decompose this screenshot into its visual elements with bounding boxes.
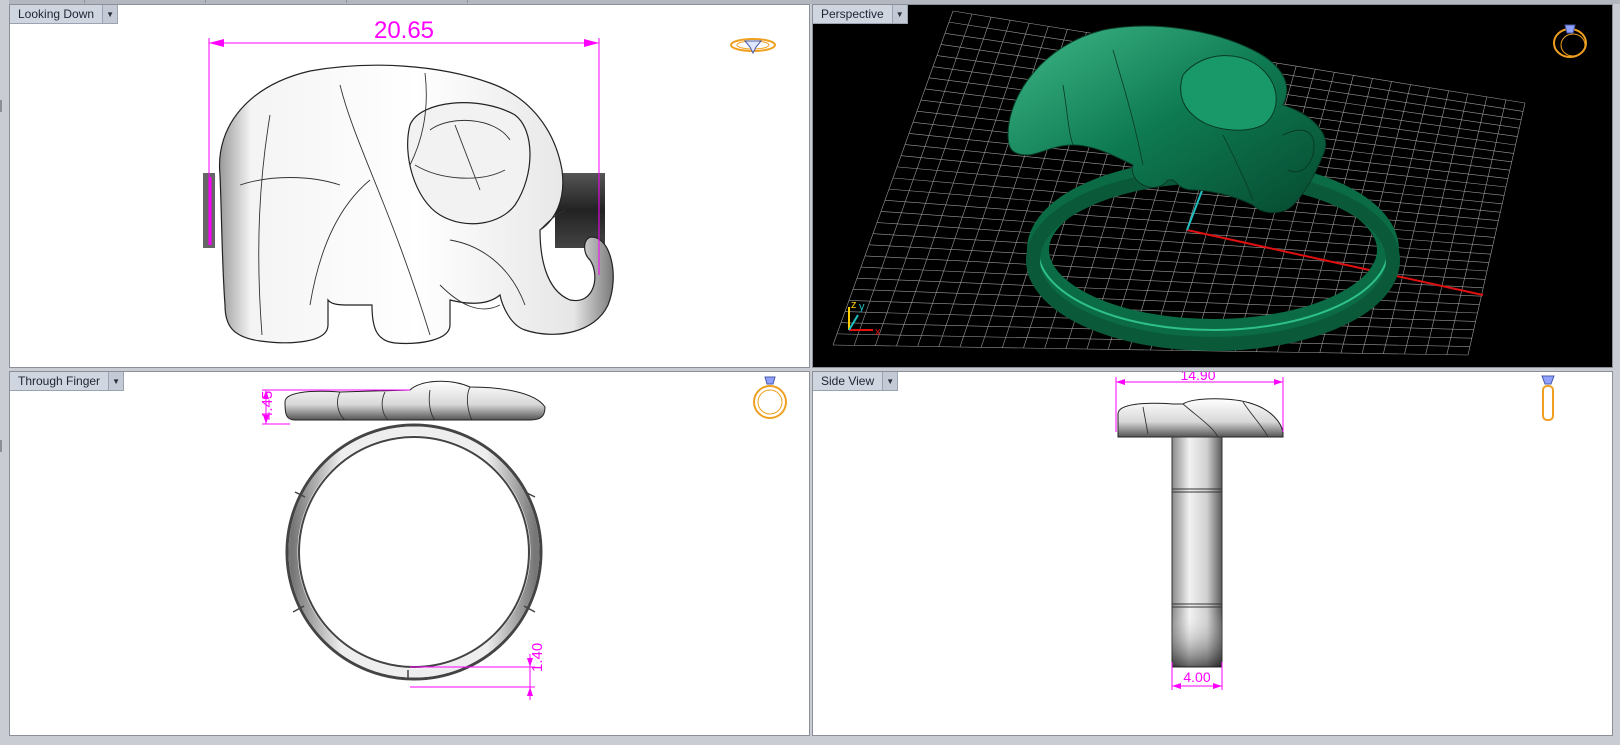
elephant-model[interactable] xyxy=(218,64,614,345)
viewport-title[interactable]: Through Finger xyxy=(10,372,108,390)
axis-label-z: z xyxy=(851,299,857,311)
viewport-menu-button[interactable]: ▼ xyxy=(882,372,898,390)
tab-slot[interactable] xyxy=(0,0,85,3)
viewport-title[interactable]: Looking Down xyxy=(10,5,102,23)
viewport-menu-button[interactable]: ▼ xyxy=(891,5,907,23)
dropdown-arrow-icon: ▼ xyxy=(895,9,904,19)
viewport-title[interactable]: Side View xyxy=(813,372,882,390)
tab-slot[interactable] xyxy=(206,0,347,3)
view-gizmo-icon[interactable] xyxy=(753,376,787,419)
dropdown-arrow-icon: ▼ xyxy=(106,9,115,19)
dimension-label: 1.40 xyxy=(529,643,546,672)
viewport-title-bar[interactable]: Perspective ▼ xyxy=(813,5,908,24)
dimension-arrow xyxy=(1172,683,1181,689)
axis-gizmo: z y x xyxy=(848,299,881,338)
dimension-arrow xyxy=(209,39,224,47)
dimension-label: 14.90 xyxy=(1180,372,1215,383)
dimension-label: 4.00 xyxy=(1183,669,1210,685)
view-gizmo-icon[interactable] xyxy=(1553,24,1587,58)
dimension-label: 20.65 xyxy=(374,17,434,44)
dimension-label: 4.45 xyxy=(259,391,276,420)
ring-inner-edge xyxy=(298,436,530,668)
x-axis-line xyxy=(1186,229,1484,296)
edge-mark xyxy=(0,440,2,452)
viewport-through-finger[interactable]: Through Finger ▼ 4.45 1.40 xyxy=(9,371,810,736)
viewport-side-view[interactable]: Side View ▼ 14.90 4.00 xyxy=(812,371,1613,736)
view-gizmo-icon[interactable] xyxy=(730,38,776,55)
tab-slot[interactable] xyxy=(85,0,206,3)
viewport-canvas[interactable]: 4.45 1.40 xyxy=(10,372,809,735)
viewport-canvas[interactable]: 14.90 4.00 xyxy=(813,372,1612,735)
grid-line xyxy=(1404,93,1469,355)
viewport-title[interactable]: Perspective xyxy=(813,5,892,23)
dropdown-arrow-icon: ▼ xyxy=(112,376,120,386)
segment-lines xyxy=(292,491,536,680)
grid-line xyxy=(832,344,1469,356)
grid-line xyxy=(1383,90,1450,354)
axis-label-x: x xyxy=(875,326,881,338)
view-gizmo-icon[interactable] xyxy=(1541,375,1555,421)
dimension-arrow xyxy=(1274,379,1283,385)
viewport-menu-button[interactable]: ▼ xyxy=(102,5,118,23)
viewport-title-bar[interactable]: Side View ▼ xyxy=(813,372,899,391)
ring-outer-edge xyxy=(285,423,543,681)
viewport-canvas[interactable]: z y x xyxy=(813,5,1612,367)
ring-band-shape xyxy=(288,426,540,678)
edge-mark xyxy=(0,100,2,112)
tab-slot[interactable] xyxy=(347,0,468,3)
dropdown-arrow-icon: ▼ xyxy=(886,376,895,386)
dimension-arrow xyxy=(1116,379,1125,385)
elephant-model[interactable] xyxy=(284,380,546,421)
viewport-menu-button[interactable]: ▼ xyxy=(108,372,124,390)
viewport-looking-down[interactable]: Looking Down ▼ 20.65 xyxy=(9,4,810,368)
elephant-model[interactable] xyxy=(1117,398,1284,438)
dimension-arrow xyxy=(1213,683,1222,689)
viewport-canvas[interactable]: 20.65 xyxy=(10,5,809,367)
viewport-title-bar[interactable]: Looking Down ▼ xyxy=(10,5,119,24)
dimension-arrow xyxy=(527,687,533,696)
axis-label-y: y xyxy=(859,301,865,313)
viewport-title-bar[interactable]: Through Finger ▼ xyxy=(10,372,125,391)
left-edge xyxy=(0,0,9,745)
viewport-perspective[interactable]: Perspective ▼ z y x xyxy=(812,4,1613,368)
grid-line xyxy=(1425,96,1488,355)
ring-band-shape xyxy=(1026,169,1400,351)
ring-shank-shadow xyxy=(1172,612,1222,667)
dimension-arrow xyxy=(584,39,599,47)
